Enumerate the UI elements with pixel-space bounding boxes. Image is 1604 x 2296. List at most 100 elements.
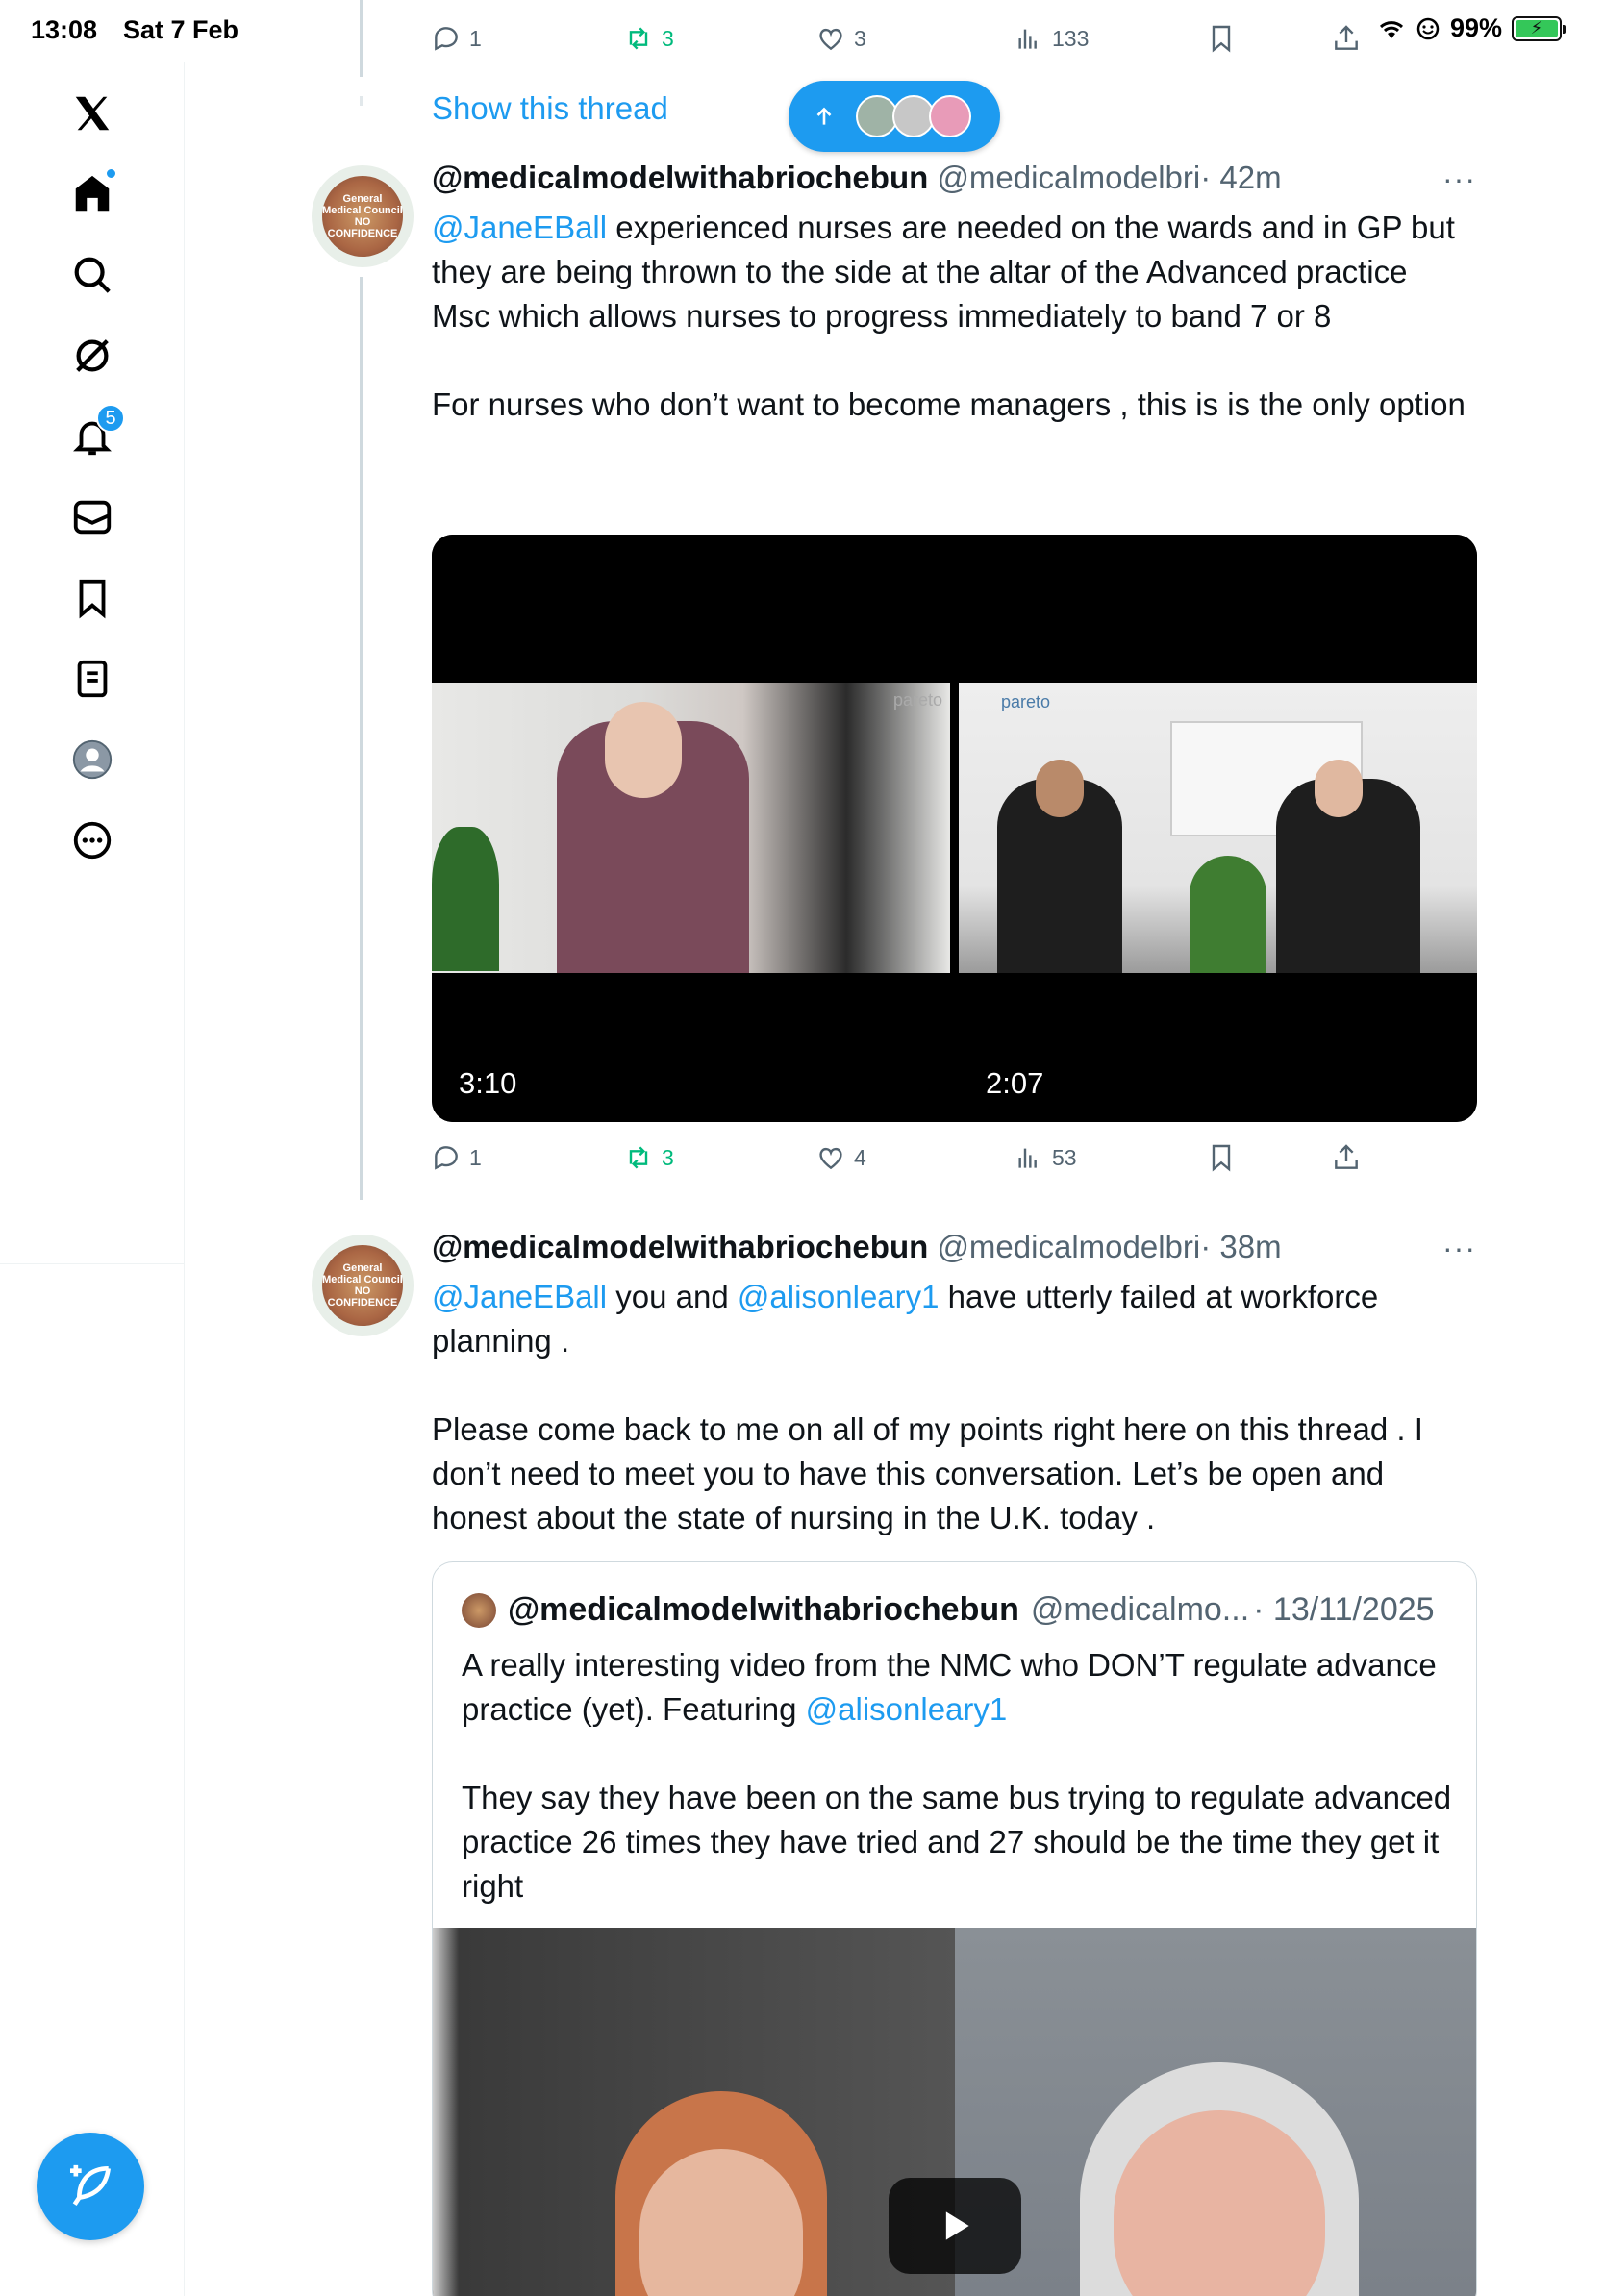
share-icon xyxy=(1335,25,1358,50)
views-icon xyxy=(1018,29,1037,49)
heart-icon xyxy=(819,28,842,51)
like-count: 3 xyxy=(854,25,866,51)
nav-messages[interactable] xyxy=(58,483,127,552)
nav-grok[interactable] xyxy=(58,321,127,390)
like-button[interactable]: 3 xyxy=(815,23,866,54)
nav-lists[interactable] xyxy=(58,644,127,713)
person-face xyxy=(605,702,682,798)
tweet-text-body: you and xyxy=(607,1279,738,1314)
list-icon xyxy=(77,660,108,698)
tweet-text-body: have utterly failed at workforce plannin… xyxy=(432,1279,1423,1535)
quote-avatar xyxy=(462,1592,496,1628)
quote-tweet[interactable]: @medicalmodelwithabriochebun @medicalmo.… xyxy=(432,1561,1477,2296)
views-button[interactable]: 133 xyxy=(1014,23,1089,54)
handle[interactable]: @medicalmodelbri xyxy=(937,1229,1200,1264)
video-duration: 3:10 xyxy=(459,1066,517,1100)
reply-icon xyxy=(435,1146,458,1170)
notifications-badge: 5 xyxy=(96,404,125,433)
view-count: 53 xyxy=(1052,1144,1077,1170)
like-button[interactable]: 4 xyxy=(815,1142,866,1173)
reply-button[interactable]: 1 xyxy=(431,23,482,54)
play-button[interactable] xyxy=(889,2178,1021,2274)
bookmark-button[interactable] xyxy=(1206,1142,1237,1173)
bookmark-icon xyxy=(1212,1144,1231,1172)
plant xyxy=(432,827,499,971)
grok-icon xyxy=(76,339,109,372)
quote-video-thumbnail[interactable] xyxy=(433,1928,1476,2296)
timestamp[interactable]: · 38m xyxy=(1200,1229,1281,1264)
search-icon xyxy=(74,257,111,293)
mention-link[interactable]: @alisonleary1 xyxy=(806,1691,1008,1727)
tweet-actions: 1 3 4 53 xyxy=(431,1142,1392,1181)
tweet-header: @medicalmodelwithabriochebun @medicalmod… xyxy=(432,1229,1282,1265)
display-name[interactable]: @medicalmodelwithabriochebun xyxy=(432,160,928,195)
bookmark-icon xyxy=(1212,25,1231,53)
views-button[interactable]: 53 xyxy=(1014,1142,1077,1173)
video-thumbnail[interactable]: pareto 2:07 xyxy=(959,535,1477,1122)
tweet-header: @medicalmodelwithabriochebun @medicalmod… xyxy=(432,160,1282,196)
bookmark-icon xyxy=(79,579,106,619)
home-dot xyxy=(105,167,117,180)
video-brand: pareto xyxy=(892,690,942,710)
video-duration: 2:07 xyxy=(986,1066,1044,1100)
tweet-actions-prev: 1 3 3 133 xyxy=(431,23,1392,62)
compose-button[interactable] xyxy=(37,2133,144,2240)
nav-home[interactable] xyxy=(58,160,127,229)
avatar-image: General Medical Council NO CONFIDENCE xyxy=(322,176,403,257)
repost-icon xyxy=(629,27,648,50)
avatar-image: General Medical Council NO CONFIDENCE xyxy=(322,1245,403,1326)
reply-count: 1 xyxy=(469,1144,482,1170)
like-count: 4 xyxy=(854,1144,866,1170)
nav-notifications[interactable]: 5 xyxy=(58,402,127,471)
nav-search[interactable] xyxy=(58,240,127,310)
share-button[interactable] xyxy=(1331,23,1362,54)
tweet-text: @JaneEBall you and @alisonleary1 have ut… xyxy=(432,1275,1470,1540)
tweet-text: @JaneEBall experienced nurses are needed… xyxy=(432,206,1470,427)
bookmark-button[interactable] xyxy=(1206,23,1237,54)
arrow-up-icon xyxy=(816,107,832,125)
view-count: 133 xyxy=(1052,25,1090,51)
show-thread-link[interactable]: Show this thread xyxy=(432,90,668,127)
reply-icon xyxy=(435,27,458,51)
repost-button[interactable]: 3 xyxy=(623,23,674,54)
pill-avatar xyxy=(929,95,971,137)
more-circle-icon xyxy=(73,821,112,860)
new-posts-pill[interactable] xyxy=(789,81,1000,152)
media-grid: pareto 3:10 pareto 2:07 xyxy=(432,535,1477,1122)
nav-profile[interactable] xyxy=(58,725,127,794)
thread-line-dots xyxy=(360,96,363,106)
timestamp[interactable]: · 42m xyxy=(1200,160,1281,195)
person-face xyxy=(1315,760,1363,817)
avatar[interactable]: General Medical Council NO CONFIDENCE xyxy=(312,165,414,267)
display-name[interactable]: @medicalmodelwithabriochebun xyxy=(432,1229,928,1264)
video-thumbnail[interactable]: pareto 3:10 xyxy=(432,535,950,1122)
repost-button[interactable]: 3 xyxy=(623,1142,674,1173)
share-icon xyxy=(1335,1144,1358,1169)
thread-line xyxy=(360,277,363,1200)
repost-count: 3 xyxy=(662,1144,674,1170)
more-options-button[interactable]: ··· xyxy=(1442,162,1476,197)
nav-bookmarks[interactable] xyxy=(58,563,127,633)
reply-count: 1 xyxy=(469,25,482,51)
handle[interactable]: @medicalmodelbri xyxy=(937,160,1200,195)
x-logo-icon[interactable] xyxy=(58,79,127,148)
reply-button[interactable]: 1 xyxy=(431,1142,482,1173)
person-face xyxy=(1036,760,1084,817)
quote-text: A really interesting video from the NMC … xyxy=(462,1643,1452,1909)
play-icon xyxy=(945,2211,969,2240)
heart-icon xyxy=(819,1147,842,1170)
sidebar-divider xyxy=(0,1263,185,1264)
mention-link[interactable]: @alisonleary1 xyxy=(738,1279,940,1314)
more-options-button[interactable]: ··· xyxy=(1442,1231,1476,1266)
avatar[interactable]: General Medical Council NO CONFIDENCE xyxy=(312,1235,414,1336)
mention-link[interactable]: @JaneEBall xyxy=(432,1279,607,1314)
video-left-pane xyxy=(433,1928,955,2296)
quote-header: @medicalmodelwithabriochebun @medicalmo.… xyxy=(462,1591,1435,1629)
video-brand: pareto xyxy=(1001,692,1051,711)
nav-more[interactable] xyxy=(58,806,127,875)
battery-percent: 99% xyxy=(1449,13,1502,42)
status-time: 13:08 xyxy=(31,15,98,44)
share-button[interactable] xyxy=(1331,1142,1362,1173)
mail-icon xyxy=(73,500,112,535)
mention-link[interactable]: @JaneEBall xyxy=(432,210,607,245)
